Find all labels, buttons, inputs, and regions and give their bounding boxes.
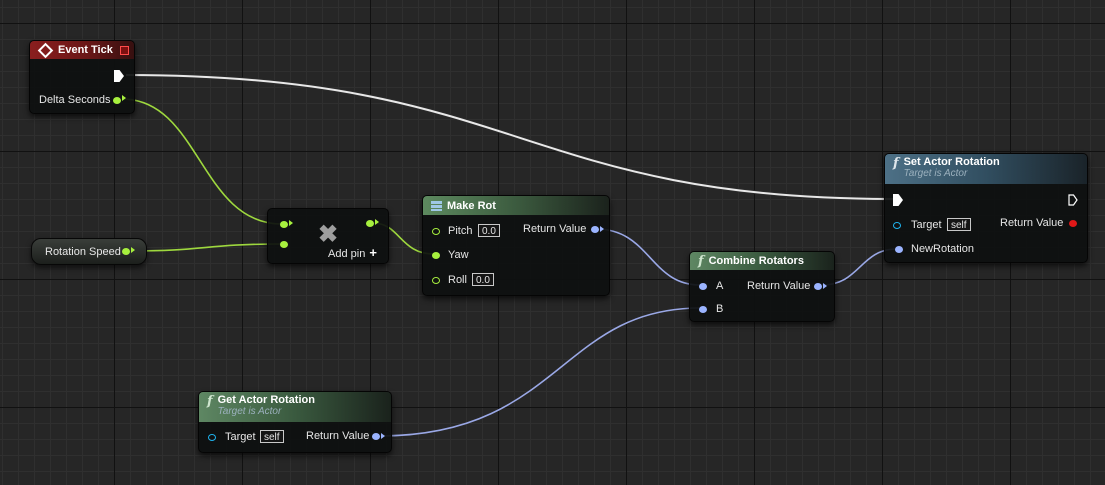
function-f-icon: f [698,253,704,269]
get-actor-rotation-target-label: Target [225,431,256,443]
roll-field[interactable]: 0.0 [472,273,494,286]
yaw-label: Yaw [448,249,469,261]
combine-return-arrow-icon [823,283,827,289]
multiply-output-arrow-icon [375,219,379,225]
set-actor-rotation-header: f Set Actor Rotation Target is Actor [885,154,1087,184]
function-f-icon: f [893,156,899,171]
set-actor-rotation-target-label: Target [911,219,942,231]
event-tick-node[interactable]: Event Tick Delta Seconds [29,40,135,114]
combine-rotators-node[interactable]: f Combine Rotators A Return Value B [689,251,835,322]
event-tick-header: Event Tick [30,41,134,59]
roll-pin[interactable] [432,277,440,284]
get-actor-rotation-node[interactable]: f Get Actor Rotation Target is Actor Tar… [198,391,392,453]
multiply-node[interactable]: ✖ Add pin + [267,208,389,264]
make-rot-header: Make Rot [423,196,609,215]
make-rot-title: Make Rot [447,199,496,212]
combine-return-label: Return Value [747,280,811,292]
multiply-output-pin[interactable] [366,220,374,227]
event-tick-title: Event Tick [58,44,113,56]
combine-a-pin[interactable] [699,283,707,290]
set-actor-rotation-return-label: Return Value [1000,217,1064,229]
event-tick-exec-out-pin[interactable] [114,70,124,82]
pitch-field[interactable]: 0.0 [478,224,500,237]
make-rot-return-arrow-icon [600,226,604,232]
exec-wire [125,73,894,201]
set-actor-rotation-subtitle: Target is Actor [903,168,968,179]
multiply-input-a-arrow-icon [289,220,293,226]
delta-seconds-label: Delta Seconds [39,94,111,106]
combine-b-pin[interactable] [699,306,707,313]
event-diamond-icon [37,42,54,58]
exec-wire-core [125,74,894,200]
get-actor-rotation-header: f Get Actor Rotation Target is Actor [199,392,391,422]
rotation-speed-variable[interactable]: Rotation Speed [31,238,147,265]
yaw-pin[interactable] [432,252,440,259]
delta-seconds-wire [121,98,283,225]
combine-rotators-header: f Combine Rotators [690,252,834,270]
set-actor-rotation-target-field[interactable]: self [947,218,971,231]
add-pin-label: Add pin [328,248,366,260]
combine-b-label: B [716,303,724,315]
makerot-to-a-wire [595,228,701,286]
event-delegate-icon [120,46,129,55]
delta-seconds-pin-arrow-icon [122,95,126,101]
rotation-speed-pin[interactable] [122,248,130,255]
set-actor-rotation-exec-in-pin[interactable] [893,194,903,206]
set-actor-rotation-node[interactable]: f Set Actor Rotation Target is Actor Tar… [884,153,1088,263]
get-actor-rotation-return-pin[interactable] [372,433,380,440]
make-rot-return-pin[interactable] [591,226,599,233]
combine-return-pin[interactable] [814,283,822,290]
get-actor-rotation-return-label: Return Value [306,430,370,442]
pitch-pin[interactable] [432,228,440,235]
function-f-icon: f [207,394,213,409]
rotation-speed-label: Rotation Speed [45,246,121,258]
set-actor-rotation-exec-out-pin[interactable] [1068,194,1078,206]
new-rotation-pin[interactable] [895,246,903,253]
multiply-x-icon: ✖ [318,221,339,248]
getrot-to-b-wire [378,307,701,437]
get-actor-rotation-return-arrow-icon [381,433,385,439]
roll-label: Roll [448,274,467,286]
set-actor-rotation-target-pin[interactable] [893,222,901,229]
get-actor-rotation-target-field[interactable]: self [260,430,284,443]
set-actor-rotation-title: Set Actor Rotation [903,156,1000,168]
multiply-input-a-pin[interactable] [280,221,288,228]
make-rot-return-label: Return Value [523,223,587,235]
rotation-speed-pin-arrow-icon [131,247,135,253]
combine-rotators-title: Combine Rotators [708,255,804,267]
multiply-input-b-pin[interactable] [280,241,288,248]
combine-a-label: A [716,280,724,292]
pitch-label: Pitch [448,225,473,237]
add-pin-button[interactable]: Add pin + [328,245,377,260]
make-rot-node[interactable]: Make Rot Pitch 0.0 Return Value Yaw Roll… [422,195,610,296]
make-struct-icon [431,200,442,211]
rotation-speed-wire [129,243,283,252]
get-actor-rotation-title: Get Actor Rotation [217,394,315,406]
get-actor-rotation-target-pin[interactable] [208,434,216,441]
new-rotation-label: NewRotation [911,243,974,255]
plus-icon: + [369,245,377,260]
set-actor-rotation-return-pin[interactable] [1069,220,1077,227]
get-actor-rotation-subtitle: Target is Actor [217,406,282,417]
delta-seconds-pin[interactable] [113,97,121,104]
